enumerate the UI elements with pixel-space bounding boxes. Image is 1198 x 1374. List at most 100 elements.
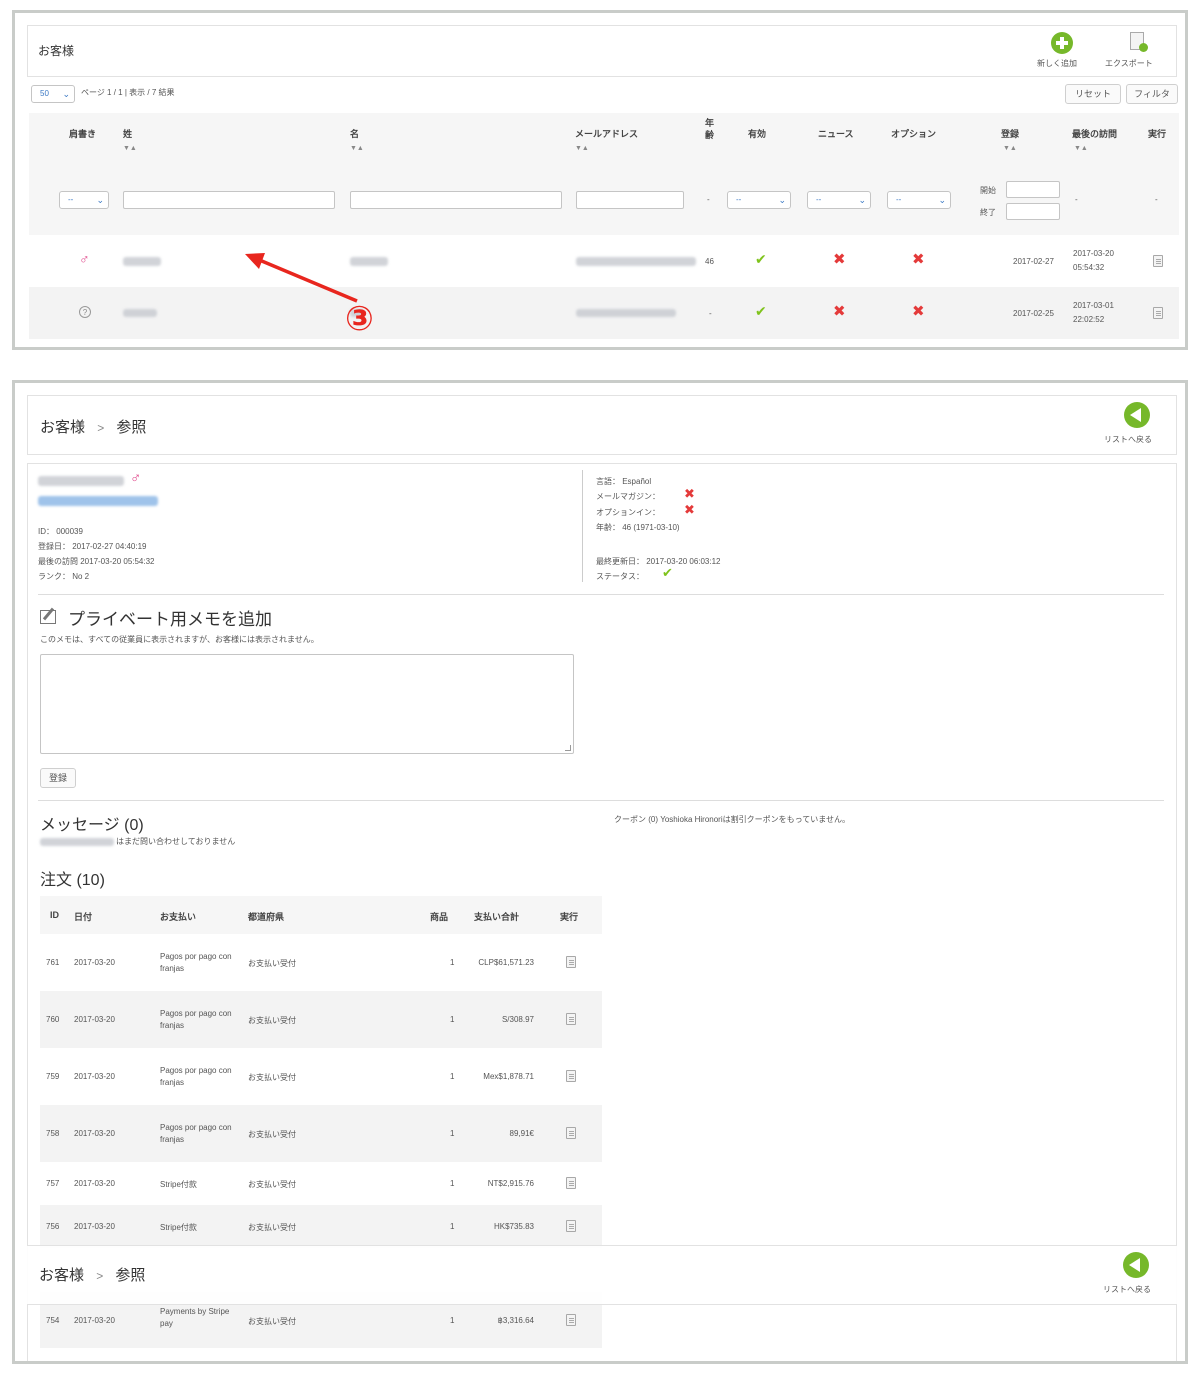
filter-news-select[interactable]: -- ⌄: [807, 191, 871, 209]
per-page-select[interactable]: 50 ⌄: [31, 85, 75, 103]
order-qty: 1: [450, 1072, 455, 1081]
male-icon: ♂: [79, 251, 90, 267]
filter-button[interactable]: フィルタ: [1126, 84, 1178, 104]
order-view-doc-icon[interactable]: [566, 1220, 576, 1232]
filter-email-input[interactable]: [576, 191, 684, 209]
filter-enabled-select[interactable]: -- ⌄: [727, 191, 791, 209]
order-view-doc-icon[interactable]: [566, 1127, 576, 1139]
col-optin: オプション: [891, 129, 937, 139]
memo-edit-icon: [40, 607, 56, 624]
order-view-doc-icon[interactable]: [566, 1070, 576, 1082]
order-id: 757: [46, 1179, 60, 1188]
order-payment: Stripe付款: [160, 1180, 197, 1189]
optin-cross-icon: ✖: [912, 251, 925, 268]
male-icon: ♂: [130, 470, 142, 487]
newsletter-label: メールマガジン：: [596, 492, 660, 501]
pagination-info: ページ 1 / 1 | 表示 / 7 結果: [81, 88, 175, 97]
reset-button[interactable]: リセット: [1065, 84, 1121, 104]
customer-updated: 最終更新日： 2017-03-20 06:03:12: [596, 557, 721, 566]
sort-email-icon[interactable]: ▼▲: [575, 145, 589, 152]
export-button[interactable]: エクスポート: [1103, 32, 1173, 76]
sort-last-visit-icon[interactable]: ▼▲: [1074, 145, 1088, 152]
last-visit-time: 05:54:32: [1073, 263, 1105, 272]
resize-handle-icon[interactable]: [565, 745, 571, 751]
col-lastname[interactable]: 姓: [123, 127, 132, 140]
last-visit-date: 2017-03-01: [1073, 301, 1114, 310]
order-status: お支払い受付: [248, 1073, 296, 1082]
breadcrumb: お客様 > 参照: [40, 416, 146, 437]
col-age[interactable]: 年齢: [705, 117, 715, 141]
col-last-visit[interactable]: 最後の訪問: [1072, 127, 1117, 140]
order-qty: 1: [450, 1316, 455, 1325]
breadcrumb-root[interactable]: お客様: [39, 1267, 84, 1284]
breadcrumb-current: 参照: [116, 419, 147, 436]
order-status: お支払い受付: [248, 959, 296, 968]
customer-list-panel: お客様 新しく追加 エクスポート 50 ⌄ ページ 1 / 1 | 表示 / 7 …: [12, 10, 1188, 350]
order-payment: Pagos por pago con franjas: [160, 952, 232, 973]
date-to-input[interactable]: [1006, 203, 1060, 220]
back-to-list-button[interactable]: リストへ戻る: [1099, 1252, 1173, 1300]
filter-lastname-input[interactable]: [123, 191, 335, 209]
col-registered[interactable]: 登録: [1001, 127, 1019, 140]
order-view-doc-icon[interactable]: [566, 956, 576, 968]
order-id: 761: [46, 958, 60, 967]
table-row[interactable]: ♂ 46 ✔ ✖ ✖ 2017-02-27 2017-03-20 05:54:3…: [29, 235, 1179, 287]
section-divider: [38, 800, 1164, 801]
order-qty: 1: [450, 1015, 455, 1024]
sort-firstname-icon[interactable]: ▼▲: [350, 145, 364, 152]
breadcrumb: お客様 > 参照: [39, 1264, 145, 1285]
filter-firstname-input[interactable]: [350, 191, 562, 209]
sort-lastname-icon[interactable]: ▼▲: [123, 145, 137, 152]
order-total: NT$2,915.76: [487, 1179, 534, 1188]
breadcrumb-separator: >: [96, 1269, 104, 1283]
optin-label: オプションイン：: [596, 508, 660, 517]
order-date: 2017-03-20: [74, 958, 115, 967]
order-status: お支払い受付: [248, 1223, 296, 1232]
customer-id: ID： 000039: [38, 527, 83, 536]
order-row[interactable]: 761 2017-03-20 Pagos por pago con franja…: [40, 934, 602, 991]
breadcrumb-root[interactable]: お客様: [40, 419, 85, 436]
messages-text: はまだ問い合わせしておりません: [116, 837, 236, 846]
date-from-input[interactable]: [1006, 181, 1060, 198]
order-total: S/308.97: [501, 1015, 534, 1024]
col-firstname[interactable]: 名: [350, 127, 359, 140]
col-email[interactable]: メールアドレス: [575, 127, 638, 140]
orders-title: 注文 (10): [40, 872, 105, 889]
filter-news-value: --: [816, 195, 822, 204]
list-header-bar: お客様 新しく追加 エクスポート: [27, 25, 1177, 77]
order-id: 756: [46, 1222, 60, 1231]
sort-registered-icon[interactable]: ▼▲: [1003, 145, 1017, 152]
filter-optin-select[interactable]: -- ⌄: [887, 191, 951, 209]
order-row[interactable]: 760 2017-03-20 Pagos por pago con franja…: [40, 991, 602, 1048]
section-divider: [38, 594, 1164, 595]
order-row[interactable]: 757 2017-03-20 Stripe付款 お支払い受付 1 NT$2,91…: [40, 1162, 602, 1205]
order-view-doc-icon[interactable]: [566, 1013, 576, 1025]
filter-title-select[interactable]: -- ⌄: [59, 191, 109, 209]
view-doc-icon[interactable]: [1153, 255, 1163, 267]
order-view-doc-icon[interactable]: [566, 1314, 576, 1326]
back-to-list-button[interactable]: リストへ戻る: [1100, 402, 1174, 450]
order-id: 760: [46, 1015, 60, 1024]
table-row[interactable]: ? - ✔ ✖ ✖ 2017-02-25 2017-03-01 22:02:52: [29, 287, 1179, 339]
order-payment: Payments by Stripe pay: [160, 1307, 230, 1328]
order-payment: Pagos por pago con franjas: [160, 1123, 232, 1144]
order-payment: Pagos por pago con franjas: [160, 1009, 232, 1030]
status-label: ステータス：: [596, 572, 644, 581]
enabled-check-icon: ✔: [755, 303, 767, 319]
customer-email-redacted[interactable]: [38, 496, 158, 506]
optin-cross-icon: ✖: [912, 303, 925, 320]
order-row[interactable]: 756 2017-03-20 Stripe付款 お支払い受付 1 HK$735.…: [40, 1205, 602, 1248]
date-from-label: 開始: [980, 186, 996, 195]
add-new-button[interactable]: 新しく追加: [1033, 32, 1093, 76]
customer-last-visit: 最後の訪問 2017-03-20 05:54:32: [38, 557, 155, 566]
memo-save-button[interactable]: 登録: [40, 768, 76, 788]
news-cross-icon: ✖: [833, 303, 846, 320]
memo-textarea[interactable]: [40, 654, 574, 754]
order-view-doc-icon[interactable]: [566, 1177, 576, 1189]
order-row[interactable]: 759 2017-03-20 Pagos por pago con franja…: [40, 1048, 602, 1105]
view-doc-icon[interactable]: [1153, 307, 1163, 319]
annotation-arrow-icon: [245, 253, 358, 303]
order-row[interactable]: 758 2017-03-20 Pagos por pago con franja…: [40, 1105, 602, 1162]
col-title: 肩書き: [69, 129, 97, 139]
memo-title: プライベート用メモを追加: [68, 610, 272, 629]
